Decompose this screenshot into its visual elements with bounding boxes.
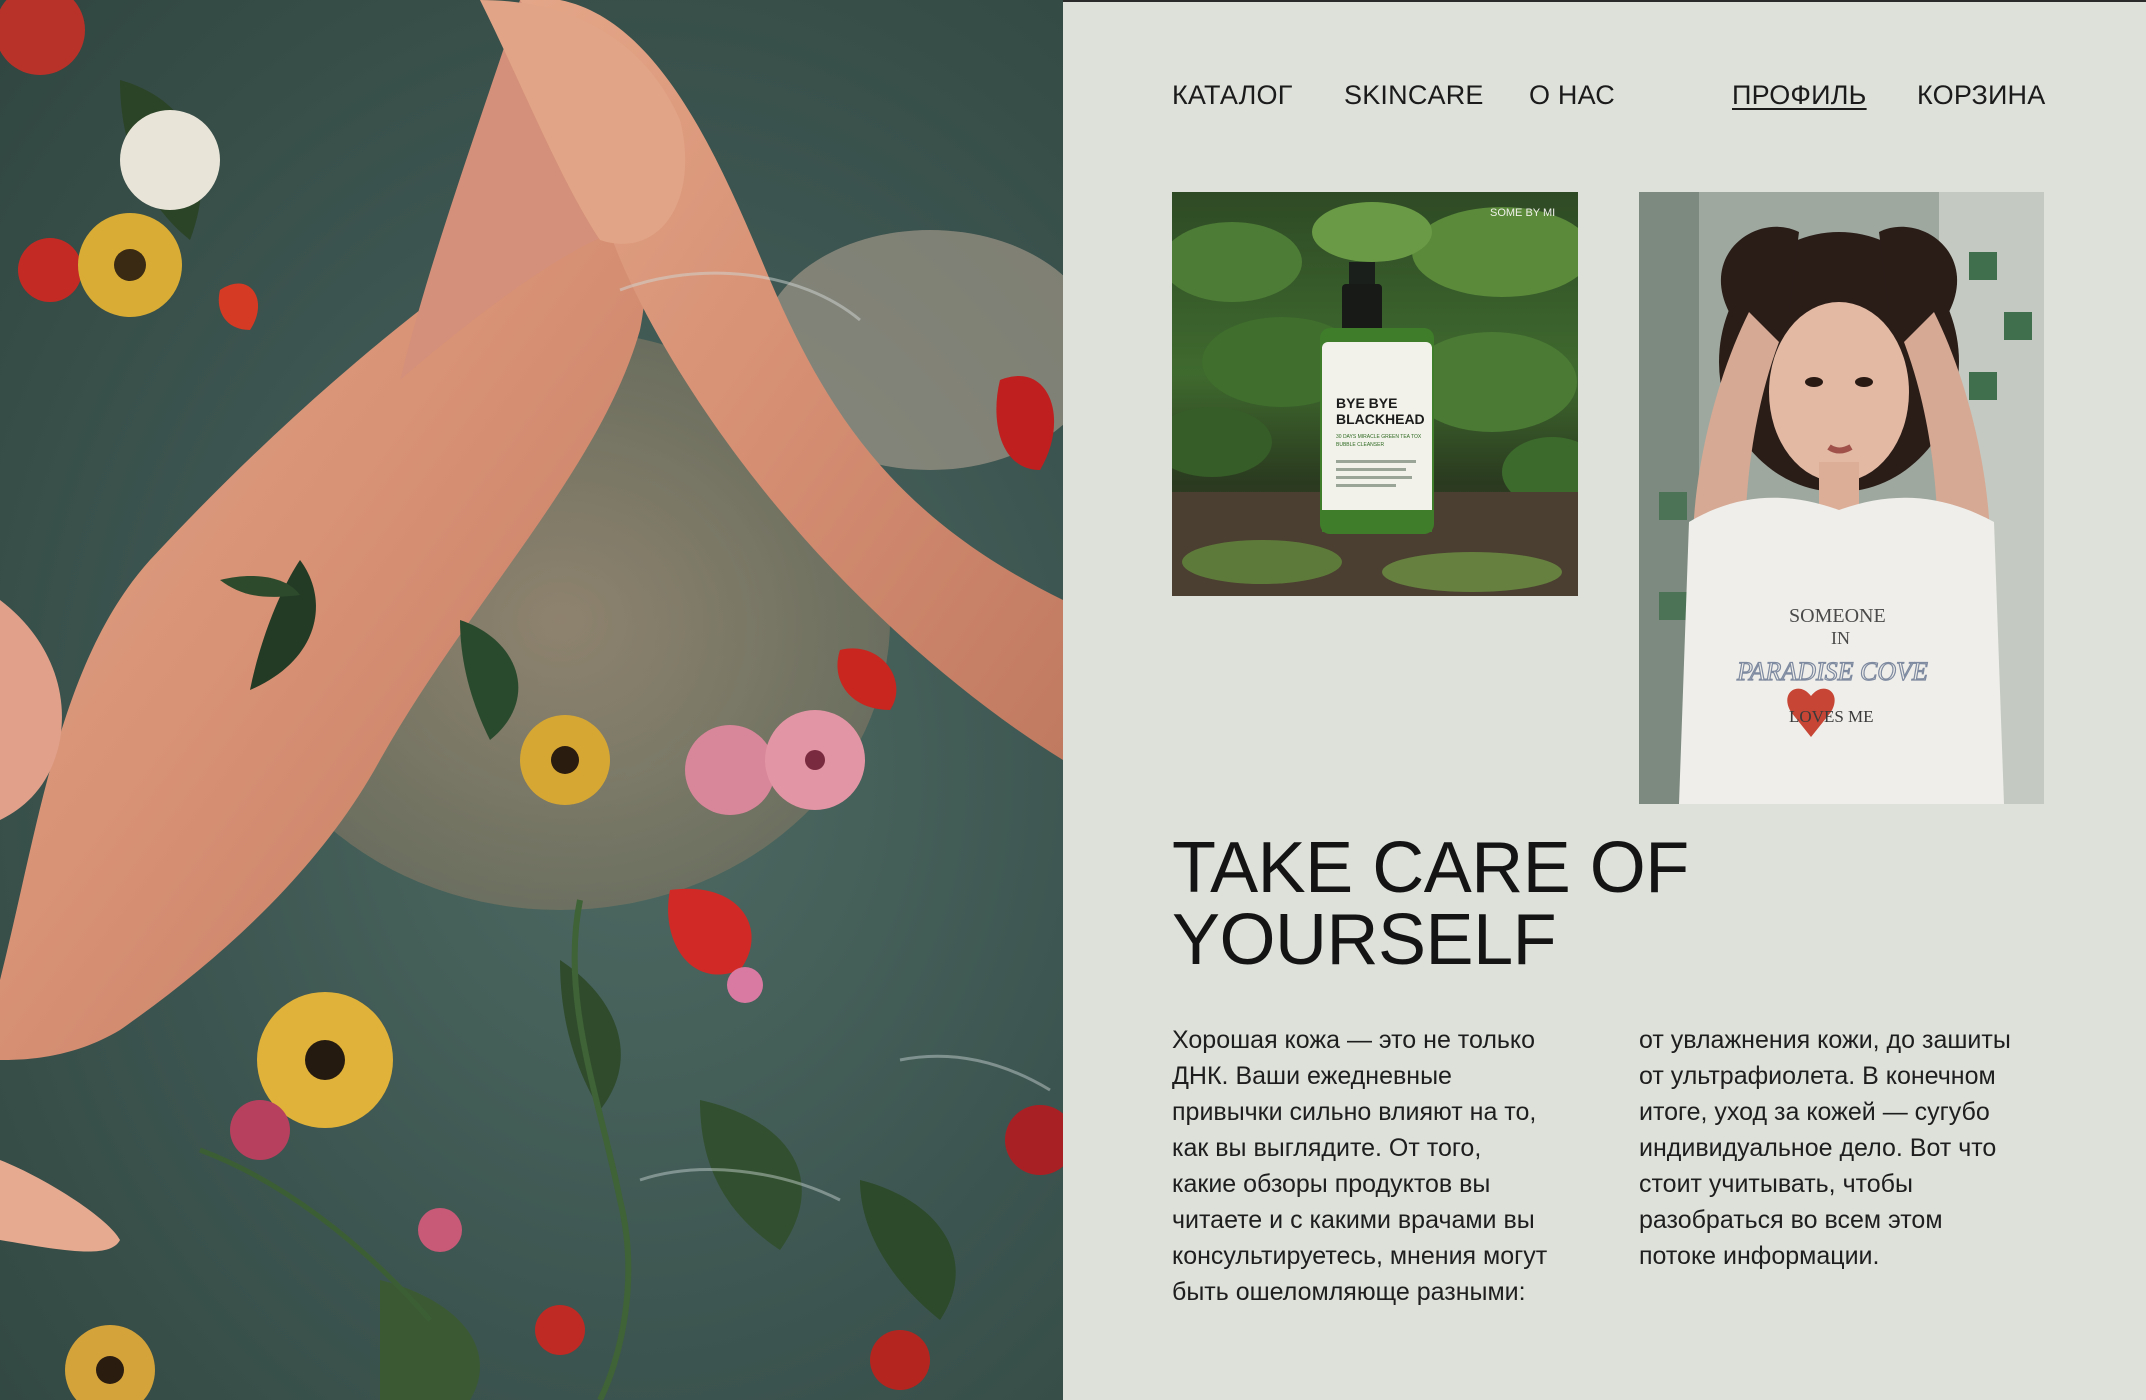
page-headline: TAKE CARE OF YOURSELF bbox=[1172, 832, 1872, 976]
nav-catalog[interactable]: КАТАЛОГ bbox=[1172, 80, 1293, 111]
nav-profile[interactable]: ПРОФИЛЬ bbox=[1732, 80, 1867, 111]
body-line: индивидуальное дело. Вот что bbox=[1639, 1134, 1997, 1162]
bottle-text-line1: BYE BYE bbox=[1336, 395, 1397, 411]
shirt-text-line2: IN bbox=[1831, 628, 1850, 648]
shirt-text-line1: SOMEONE bbox=[1789, 605, 1886, 627]
bottle-text-sub1: 30 DAYS MIRACLE GREEN TEA TOX bbox=[1336, 434, 1422, 440]
body-line: читаете и с какими врачами вы bbox=[1172, 1206, 1535, 1234]
brand-mark: SOME BY MI bbox=[1490, 207, 1555, 219]
body-line: ДНК. Ваши ежедневные bbox=[1172, 1062, 1452, 1090]
hero-bath-photo bbox=[0, 0, 1063, 1400]
headline-line-1: TAKE CARE OF bbox=[1172, 828, 1689, 908]
hero-photo-illustration bbox=[0, 0, 1063, 1400]
body-line: консультируетесь, мнения могут bbox=[1172, 1242, 1548, 1270]
model-photo-illustration: SOMEONE IN PARADISE COVE LOVES ME bbox=[1639, 192, 2044, 804]
body-line: потоке информации. bbox=[1639, 1242, 1880, 1270]
body-line: от увлажнения кожи, до зашиты bbox=[1639, 1026, 2011, 1054]
body-line: привычки сильно влияют на то, bbox=[1172, 1098, 1537, 1126]
body-line: от ультрафиолета. В конечном bbox=[1639, 1062, 1996, 1090]
bottle-text-sub2: BUBBLE CLEANSER bbox=[1336, 442, 1384, 448]
shirt-text-line3: PARADISE COVE bbox=[1736, 657, 1928, 686]
body-line: какие обзоры продуктов вы bbox=[1172, 1170, 1491, 1198]
product-photo-illustration: BYE BYE BLACKHEAD 30 DAYS MIRACLE GREEN … bbox=[1172, 202, 1578, 596]
body-line: быть ошеломляюще разными: bbox=[1172, 1278, 1526, 1306]
headline-line-2: YOURSELF bbox=[1172, 900, 1557, 980]
body-line: итоге, уход за кожей — сугубо bbox=[1639, 1098, 1990, 1126]
body-text-right: от увлажнения кожи, до зашиты от ультраф… bbox=[1639, 1022, 2059, 1274]
body-line: стоит учитывать, чтобы bbox=[1639, 1170, 1913, 1198]
body-line: разобраться во всем этом bbox=[1639, 1206, 1943, 1234]
nav-skincare[interactable]: SKINCARE bbox=[1344, 80, 1484, 111]
nav-cart[interactable]: КОРЗИНА bbox=[1917, 80, 2045, 111]
body-text-left: Хорошая кожа — это не только ДНК. Ваши е… bbox=[1172, 1022, 1592, 1310]
product-image[interactable]: BYE BYE BLACKHEAD 30 DAYS MIRACLE GREEN … bbox=[1172, 192, 1578, 596]
shirt-text-line4: LOVES ME bbox=[1789, 707, 1874, 726]
nav-about[interactable]: О НАС bbox=[1529, 80, 1615, 111]
body-line: как вы выглядите. От того, bbox=[1172, 1134, 1482, 1162]
body-line: Хорошая кожа — это не только bbox=[1172, 1026, 1536, 1054]
model-image[interactable]: SOMEONE IN PARADISE COVE LOVES ME bbox=[1639, 192, 2044, 804]
landing-page: КАТАЛОГ SKINCARE О НАС ПРОФИЛЬ КОРЗИНА B… bbox=[0, 0, 2146, 1400]
bottle-text-line2: BLACKHEAD bbox=[1336, 411, 1425, 427]
